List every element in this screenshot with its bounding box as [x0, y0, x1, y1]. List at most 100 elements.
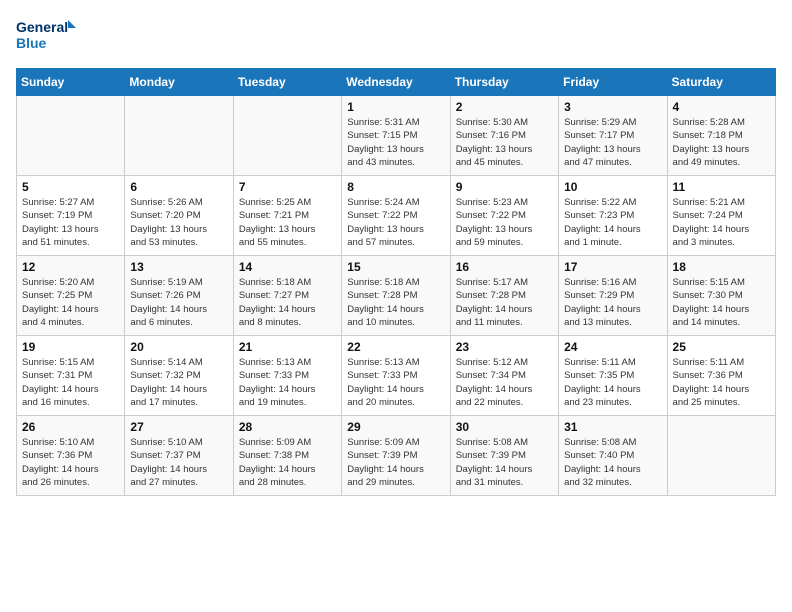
weekday-header-row: SundayMondayTuesdayWednesdayThursdayFrid… [17, 69, 776, 96]
day-number: 21 [239, 340, 336, 354]
calendar-cell: 10 Sunrise: 5:22 AM Sunset: 7:23 PM Dayli… [559, 176, 667, 256]
calendar-cell: 31Sunrise: 5:08 AM Sunset: 7:40 PM Dayli… [559, 416, 667, 496]
day-info: Sunrise: 5:11 AM Sunset: 7:36 PM Dayligh… [673, 356, 770, 409]
calendar-cell: 6 Sunrise: 5:26 AM Sunset: 7:20 PM Daylig… [125, 176, 233, 256]
page-header: General Blue [16, 16, 776, 56]
day-info: Sunrise: 5:10 AM Sunset: 7:37 PM Dayligh… [130, 436, 227, 489]
day-info: Sunrise: 5:15 AM Sunset: 7:30 PM Dayligh… [673, 276, 770, 329]
calendar-cell: 18 Sunrise: 5:15 AM Sunset: 7:30 PM Dayli… [667, 256, 775, 336]
calendar-cell: 4 Sunrise: 5:28 AM Sunset: 7:18 PM Daylig… [667, 96, 775, 176]
day-info: Sunrise: 5:18 AM Sunset: 7:28 PM Dayligh… [347, 276, 444, 329]
day-number: 29 [347, 420, 444, 434]
logo-svg: General Blue [16, 16, 76, 56]
calendar-cell: 20Sunrise: 5:14 AM Sunset: 7:32 PM Dayli… [125, 336, 233, 416]
day-number: 28 [239, 420, 336, 434]
calendar-cell: 23Sunrise: 5:12 AM Sunset: 7:34 PM Dayli… [450, 336, 558, 416]
day-info: Sunrise: 5:15 AM Sunset: 7:31 PM Dayligh… [22, 356, 119, 409]
day-info: Sunrise: 5:22 AM Sunset: 7:23 PM Dayligh… [564, 196, 661, 249]
svg-text:Blue: Blue [16, 35, 47, 51]
calendar-cell: 19 Sunrise: 5:15 AM Sunset: 7:31 PM Dayli… [17, 336, 125, 416]
calendar-cell: 24 Sunrise: 5:11 AM Sunset: 7:35 PM Dayli… [559, 336, 667, 416]
calendar-week-row: 12 Sunrise: 5:20 AM Sunset: 7:25 PM Dayli… [17, 256, 776, 336]
calendar-cell: 1Sunrise: 5:31 AM Sunset: 7:15 PM Daylig… [342, 96, 450, 176]
day-info: Sunrise: 5:27 AM Sunset: 7:19 PM Dayligh… [22, 196, 119, 249]
weekday-header-monday: Monday [125, 69, 233, 96]
day-info: Sunrise: 5:16 AM Sunset: 7:29 PM Dayligh… [564, 276, 661, 329]
calendar-week-row: 5 Sunrise: 5:27 AM Sunset: 7:19 PM Daylig… [17, 176, 776, 256]
day-number: 8 [347, 180, 444, 194]
calendar-cell: 30 Sunrise: 5:08 AM Sunset: 7:39 PM Dayli… [450, 416, 558, 496]
day-number: 18 [673, 260, 770, 274]
day-number: 6 [130, 180, 227, 194]
day-info: Sunrise: 5:13 AM Sunset: 7:33 PM Dayligh… [347, 356, 444, 409]
calendar-cell: 27 Sunrise: 5:10 AM Sunset: 7:37 PM Dayli… [125, 416, 233, 496]
day-number: 15 [347, 260, 444, 274]
day-number: 4 [673, 100, 770, 114]
day-number: 2 [456, 100, 553, 114]
day-info: Sunrise: 5:09 AM Sunset: 7:38 PM Dayligh… [239, 436, 336, 489]
svg-text:General: General [16, 19, 68, 35]
day-info: Sunrise: 5:12 AM Sunset: 7:34 PM Dayligh… [456, 356, 553, 409]
weekday-header-sunday: Sunday [17, 69, 125, 96]
day-number: 12 [22, 260, 119, 274]
logo: General Blue [16, 16, 76, 56]
weekday-header-friday: Friday [559, 69, 667, 96]
day-number: 16 [456, 260, 553, 274]
day-info: Sunrise: 5:30 AM Sunset: 7:16 PM Dayligh… [456, 116, 553, 169]
calendar-cell [17, 96, 125, 176]
calendar-cell: 16 Sunrise: 5:17 AM Sunset: 7:28 PM Dayli… [450, 256, 558, 336]
day-number: 17 [564, 260, 661, 274]
day-number: 22 [347, 340, 444, 354]
weekday-header-wednesday: Wednesday [342, 69, 450, 96]
day-info: Sunrise: 5:28 AM Sunset: 7:18 PM Dayligh… [673, 116, 770, 169]
calendar-cell: 8 Sunrise: 5:24 AM Sunset: 7:22 PM Daylig… [342, 176, 450, 256]
day-info: Sunrise: 5:11 AM Sunset: 7:35 PM Dayligh… [564, 356, 661, 409]
day-info: Sunrise: 5:29 AM Sunset: 7:17 PM Dayligh… [564, 116, 661, 169]
day-info: Sunrise: 5:19 AM Sunset: 7:26 PM Dayligh… [130, 276, 227, 329]
day-number: 27 [130, 420, 227, 434]
day-info: Sunrise: 5:20 AM Sunset: 7:25 PM Dayligh… [22, 276, 119, 329]
day-info: Sunrise: 5:08 AM Sunset: 7:39 PM Dayligh… [456, 436, 553, 489]
day-info: Sunrise: 5:09 AM Sunset: 7:39 PM Dayligh… [347, 436, 444, 489]
day-number: 20 [130, 340, 227, 354]
day-number: 9 [456, 180, 553, 194]
calendar-cell: 21 Sunrise: 5:13 AM Sunset: 7:33 PM Dayli… [233, 336, 341, 416]
day-number: 5 [22, 180, 119, 194]
calendar-week-row: 19 Sunrise: 5:15 AM Sunset: 7:31 PM Dayli… [17, 336, 776, 416]
day-number: 24 [564, 340, 661, 354]
day-number: 25 [673, 340, 770, 354]
day-info: Sunrise: 5:31 AM Sunset: 7:15 PM Dayligh… [347, 116, 444, 169]
day-number: 19 [22, 340, 119, 354]
day-number: 7 [239, 180, 336, 194]
day-number: 10 [564, 180, 661, 194]
day-info: Sunrise: 5:25 AM Sunset: 7:21 PM Dayligh… [239, 196, 336, 249]
calendar-cell: 11Sunrise: 5:21 AM Sunset: 7:24 PM Dayli… [667, 176, 775, 256]
calendar-cell: 15 Sunrise: 5:18 AM Sunset: 7:28 PM Dayli… [342, 256, 450, 336]
day-info: Sunrise: 5:18 AM Sunset: 7:27 PM Dayligh… [239, 276, 336, 329]
calendar-cell: 29 Sunrise: 5:09 AM Sunset: 7:39 PM Dayli… [342, 416, 450, 496]
calendar-cell: 2 Sunrise: 5:30 AM Sunset: 7:16 PM Daylig… [450, 96, 558, 176]
calendar-week-row: 26 Sunrise: 5:10 AM Sunset: 7:36 PM Dayli… [17, 416, 776, 496]
day-info: Sunrise: 5:10 AM Sunset: 7:36 PM Dayligh… [22, 436, 119, 489]
day-number: 30 [456, 420, 553, 434]
calendar-cell [667, 416, 775, 496]
day-number: 14 [239, 260, 336, 274]
day-number: 3 [564, 100, 661, 114]
day-info: Sunrise: 5:24 AM Sunset: 7:22 PM Dayligh… [347, 196, 444, 249]
day-info: Sunrise: 5:17 AM Sunset: 7:28 PM Dayligh… [456, 276, 553, 329]
day-info: Sunrise: 5:21 AM Sunset: 7:24 PM Dayligh… [673, 196, 770, 249]
calendar-cell: 5 Sunrise: 5:27 AM Sunset: 7:19 PM Daylig… [17, 176, 125, 256]
calendar-cell: 26 Sunrise: 5:10 AM Sunset: 7:36 PM Dayli… [17, 416, 125, 496]
weekday-header-saturday: Saturday [667, 69, 775, 96]
weekday-header-tuesday: Tuesday [233, 69, 341, 96]
day-info: Sunrise: 5:13 AM Sunset: 7:33 PM Dayligh… [239, 356, 336, 409]
calendar-table: SundayMondayTuesdayWednesdayThursdayFrid… [16, 68, 776, 496]
calendar-week-row: 1Sunrise: 5:31 AM Sunset: 7:15 PM Daylig… [17, 96, 776, 176]
calendar-cell [233, 96, 341, 176]
day-info: Sunrise: 5:23 AM Sunset: 7:22 PM Dayligh… [456, 196, 553, 249]
day-info: Sunrise: 5:26 AM Sunset: 7:20 PM Dayligh… [130, 196, 227, 249]
day-number: 26 [22, 420, 119, 434]
calendar-cell [125, 96, 233, 176]
calendar-cell: 25 Sunrise: 5:11 AM Sunset: 7:36 PM Dayli… [667, 336, 775, 416]
weekday-header-thursday: Thursday [450, 69, 558, 96]
